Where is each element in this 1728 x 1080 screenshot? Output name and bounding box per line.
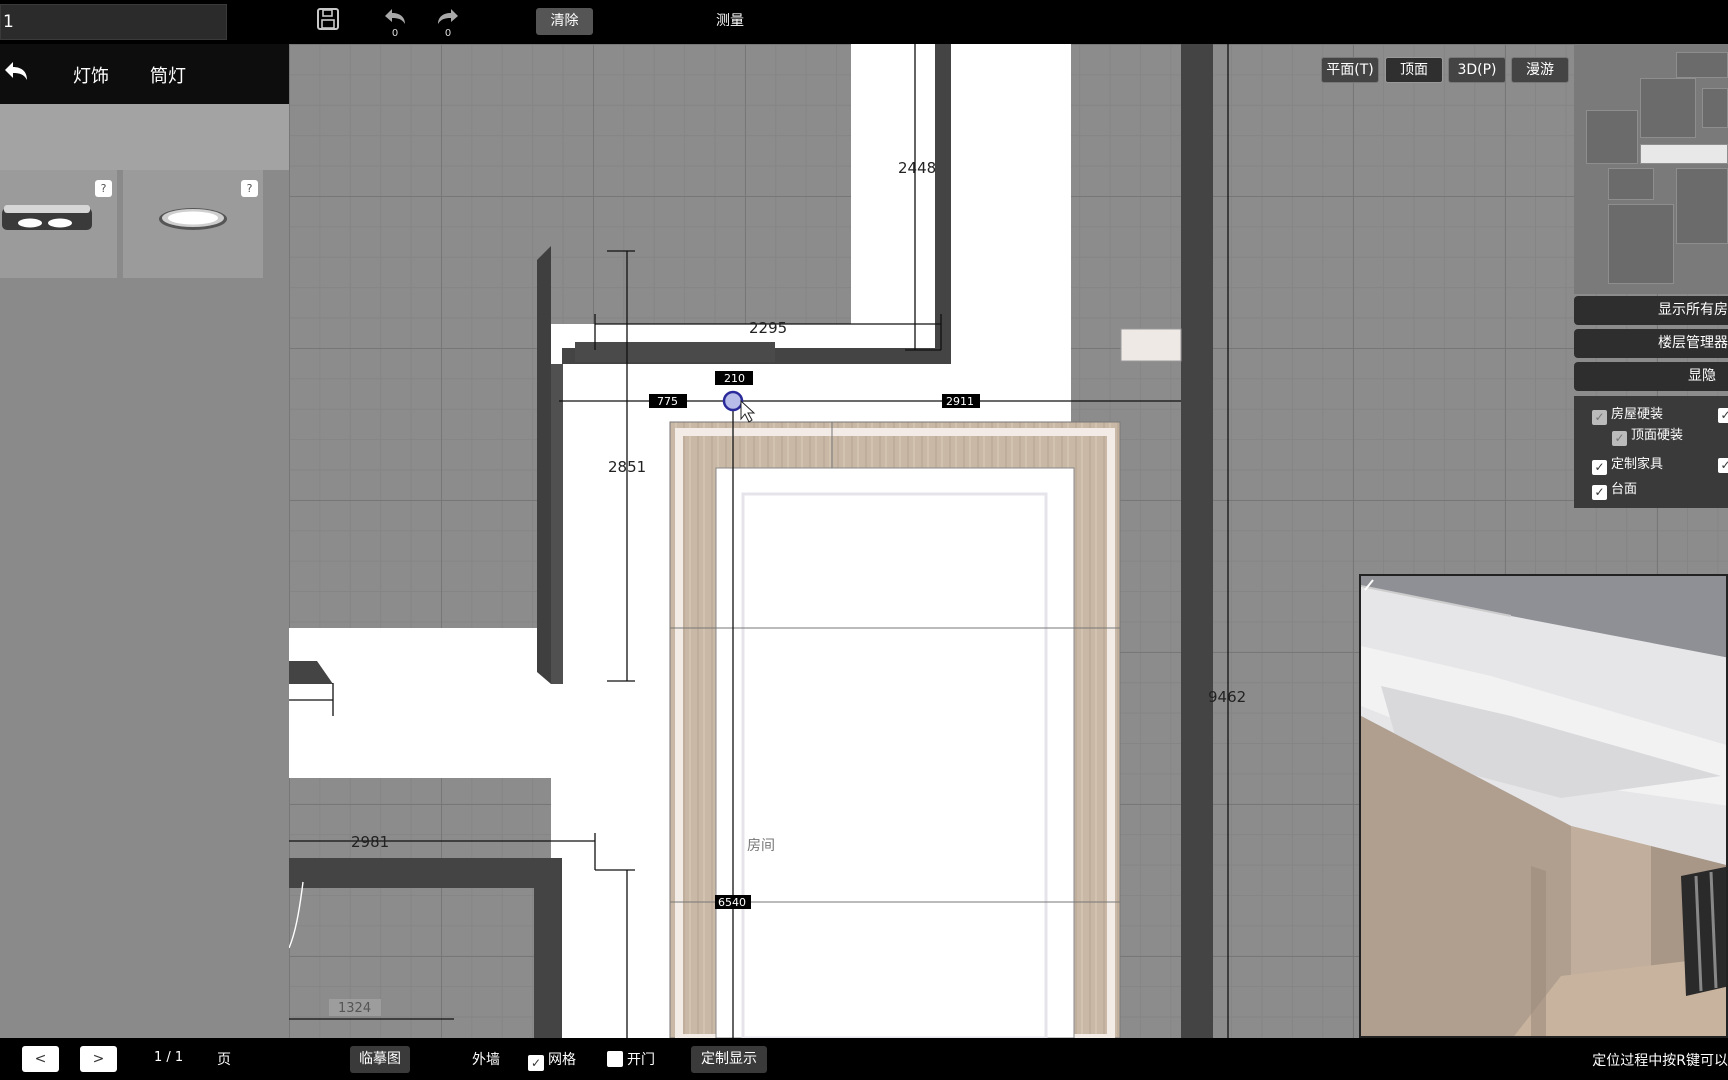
product-card[interactable]: ? bbox=[0, 170, 117, 278]
measure-button[interactable]: 测量 bbox=[716, 10, 744, 30]
room-label: 房间 bbox=[747, 838, 775, 854]
trace-image-button[interactable]: 临摹图 bbox=[350, 1046, 410, 1073]
help-badge[interactable]: ? bbox=[241, 180, 258, 197]
catalog-header: 灯饰 筒灯 bbox=[0, 44, 289, 104]
checkbox-ceiling-hardfinish[interactable]: ✓ 顶面硬装 bbox=[1612, 427, 1683, 447]
right-panel: 显示所有房 楼层管理器 显隐 ✓ 房屋硬装 ✓ ✓ 顶面硬装 ✓ 定制家具 ✓ ✓ 台面 bbox=[1574, 44, 1728, 508]
checkbox-icon[interactable]: ✓ bbox=[1718, 458, 1728, 473]
dimension-label: 2448 bbox=[898, 159, 936, 177]
checkbox-open-door[interactable]: 开门 bbox=[607, 1049, 655, 1069]
wall bbox=[1181, 44, 1213, 1038]
resize-handle-icon[interactable] bbox=[1363, 578, 1377, 592]
undo-count: 0 bbox=[391, 28, 399, 39]
checkbox-custom-furniture[interactable]: ✓ 定制家具 bbox=[1592, 456, 1663, 476]
dimension-label: 6540 bbox=[718, 896, 746, 909]
view-ceiling-button[interactable]: 顶面 bbox=[1385, 57, 1443, 83]
tab-lighting[interactable]: 灯饰 bbox=[73, 62, 109, 88]
undo-button[interactable]: 0 bbox=[379, 6, 411, 40]
catalog-panel: 灯饰 筒灯 ? ? < > 1 / 1 页 bbox=[0, 44, 289, 1080]
3d-preview-window[interactable] bbox=[1359, 574, 1728, 1038]
dimension-label: 1324 bbox=[338, 1001, 371, 1016]
dimension-label: 775 bbox=[657, 395, 678, 408]
undo-icon bbox=[385, 9, 405, 24]
wall bbox=[289, 858, 561, 888]
checkbox-icon[interactable]: ✓ bbox=[1718, 408, 1728, 423]
dimension-label: 9462 bbox=[1208, 688, 1246, 706]
dimension-label: 2851 bbox=[608, 458, 646, 476]
top-toolbar: 1 0 0 清除 测量 bbox=[0, 0, 1728, 44]
dimension-label: 210 bbox=[724, 372, 745, 385]
help-badge[interactable]: ? bbox=[95, 180, 112, 197]
window-opening bbox=[1120, 328, 1182, 362]
checkbox-icon: ✓ bbox=[1592, 460, 1607, 475]
3d-room-render bbox=[1361, 576, 1726, 1036]
wall bbox=[537, 246, 551, 684]
save-icon bbox=[317, 8, 339, 30]
minimap[interactable] bbox=[1574, 44, 1728, 294]
room-inner-floor bbox=[715, 467, 1075, 1038]
back-button[interactable] bbox=[2, 58, 30, 86]
visibility-checklist: ✓ 房屋硬装 ✓ ✓ 顶面硬装 ✓ 定制家具 ✓ ✓ 台面 bbox=[1574, 396, 1728, 508]
view-plan-button[interactable]: 平面(T) bbox=[1321, 57, 1379, 83]
app-window: 1 0 0 清除 测量 灯饰 筒灯 ? ? < > 1 / 1 页 2448 2… bbox=[0, 0, 1728, 1080]
checkbox-icon: ✓ bbox=[1592, 485, 1607, 500]
redo-icon bbox=[438, 9, 458, 24]
view-3d-button[interactable]: 3D(P) bbox=[1448, 57, 1506, 83]
status-hint: 定位过程中按R键可以 bbox=[1592, 1053, 1728, 1069]
tab-downlight[interactable]: 筒灯 bbox=[150, 62, 186, 88]
dimension-label: 2981 bbox=[351, 833, 389, 851]
wall bbox=[935, 44, 951, 364]
page-unit-label: 页 bbox=[217, 1052, 231, 1068]
page-indicator: 1 / 1 bbox=[154, 1050, 184, 1065]
dimension-label: 2911 bbox=[946, 395, 974, 408]
checkbox-countertop[interactable]: ✓ 台面 bbox=[1592, 481, 1637, 501]
placement-handle[interactable] bbox=[722, 390, 744, 412]
dimension-label: 2295 bbox=[749, 319, 787, 337]
checkbox-icon bbox=[607, 1051, 623, 1067]
visibility-toggle-button[interactable]: 显隐 bbox=[1574, 362, 1728, 391]
wall bbox=[534, 858, 562, 1038]
clear-button[interactable]: 清除 bbox=[536, 8, 593, 35]
prev-page-button[interactable]: < bbox=[22, 1046, 59, 1072]
next-page-button[interactable]: > bbox=[80, 1046, 117, 1072]
checkbox-icon: ✓ bbox=[1612, 431, 1627, 446]
checkbox-grid[interactable]: ✓ 网格 bbox=[528, 1049, 576, 1071]
left-passage-floor bbox=[289, 628, 554, 778]
checkbox-icon: ✓ bbox=[1592, 410, 1607, 425]
wall bbox=[575, 342, 775, 362]
pager: < > 1 / 1 页 bbox=[0, 1038, 289, 1080]
corridor-floor bbox=[851, 44, 1071, 344]
checkbox-house-hardfinish[interactable]: ✓ 房屋硬装 bbox=[1592, 406, 1663, 426]
back-arrow-icon bbox=[5, 62, 27, 80]
product-card[interactable]: ? bbox=[123, 170, 263, 278]
redo-button[interactable]: 0 bbox=[432, 6, 464, 40]
bottom-toolbar: 临摹图 外墙 ✓ 网格 开门 定制显示 定位过程中按R键可以 bbox=[289, 1038, 1728, 1080]
checkbox-icon: ✓ bbox=[528, 1055, 544, 1071]
view-walkthrough-button[interactable]: 漫游 bbox=[1511, 57, 1569, 83]
wall bbox=[551, 364, 563, 684]
show-all-rooms-button[interactable]: 显示所有房 bbox=[1574, 296, 1728, 325]
redo-count: 0 bbox=[444, 28, 452, 39]
save-button[interactable] bbox=[312, 6, 344, 40]
checkbox-icon bbox=[452, 1051, 468, 1067]
catalog-filter-band bbox=[0, 104, 289, 170]
project-name-field[interactable]: 1 bbox=[0, 4, 227, 40]
custom-display-button[interactable]: 定制显示 bbox=[691, 1046, 767, 1073]
floor-manager-button[interactable]: 楼层管理器 bbox=[1574, 329, 1728, 358]
checkbox-outer-wall[interactable]: 外墙 bbox=[452, 1049, 500, 1069]
